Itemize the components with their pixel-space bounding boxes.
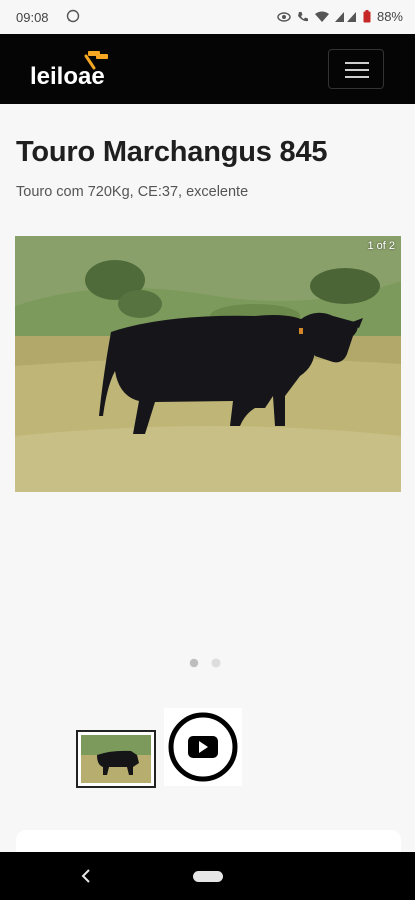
status-time: 09:08 [16,10,49,25]
android-nav-bar [0,852,415,900]
leiloae-logo[interactable]: leiloae [30,46,122,92]
battery-percent: 88% [376,9,403,24]
youtube-thumbnail[interactable] [164,708,242,786]
signal-icon [334,12,356,22]
status-bar: 09:08 88% [0,0,415,34]
menu-button[interactable] [328,49,384,89]
carousel-dot-2[interactable] [212,659,220,667]
photo-thumbnail[interactable] [76,730,156,788]
hamburger-icon [345,62,369,64]
youtube-play-icon [168,712,238,782]
eye-icon [277,11,291,22]
product-title: Touro Marchangus 845 [16,136,328,168]
carousel-dots [190,659,220,667]
whatsapp-icon [66,9,80,23]
carousel-dot-1[interactable] [190,659,198,667]
battery-icon [363,10,371,23]
svg-text:leiloae: leiloae [30,63,105,90]
site-header: leiloae [0,34,415,104]
main-photo[interactable]: 1 of 2 [15,236,401,492]
wifi-icon [314,11,329,22]
back-icon[interactable] [80,868,92,884]
image-counter: 1 of 2 [367,240,395,252]
product-description: Touro com 720Kg, CE:37, excelente [16,184,249,200]
call-icon [297,11,308,21]
home-pill[interactable] [193,871,223,882]
